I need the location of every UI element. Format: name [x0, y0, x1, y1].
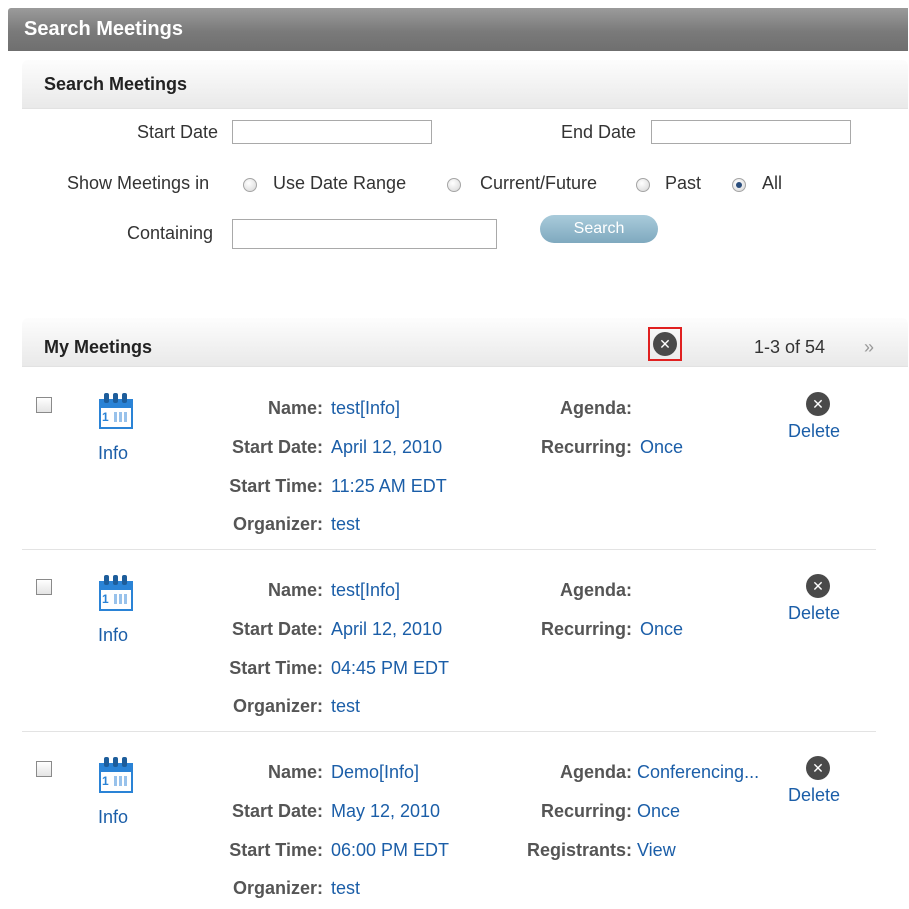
- end-date-input[interactable]: [651, 120, 851, 144]
- calendar-icon[interactable]: 1: [99, 757, 133, 793]
- search-panel-title: Search Meetings: [44, 74, 188, 94]
- start-time-label: Start Time:: [229, 658, 323, 678]
- show-meetings-label: Show Meetings in: [67, 173, 210, 193]
- meeting-name-link[interactable]: test[Info]: [331, 580, 400, 601]
- meeting-name-link[interactable]: test[Info]: [331, 398, 400, 419]
- agenda-label: Agenda:: [560, 580, 632, 600]
- start-date-label: Start Date:: [231, 801, 323, 821]
- agenda-value[interactable]: Conferencing...: [637, 762, 759, 783]
- radio-all-label[interactable]: All: [762, 173, 782, 194]
- clear-search-button[interactable]: ✕: [648, 327, 682, 361]
- delete-link[interactable]: Delete: [788, 785, 840, 806]
- start-date-input[interactable]: [232, 120, 432, 144]
- start-time-value: 06:00 PM EDT: [331, 840, 450, 860]
- start-date-label: Start Date:: [231, 437, 323, 457]
- row-checkbox[interactable]: [36, 761, 52, 777]
- calendar-icon[interactable]: 1: [99, 393, 133, 429]
- organizer-label: Organizer:: [232, 514, 323, 534]
- start-time-label: Start Time:: [229, 476, 323, 496]
- calendar-icon[interactable]: 1: [99, 575, 133, 611]
- delete-icon[interactable]: ✕: [806, 756, 830, 780]
- delete-link[interactable]: Delete: [788, 421, 840, 442]
- recurring-value[interactable]: Once: [640, 619, 683, 640]
- name-label: Name:: [267, 398, 323, 418]
- start-date-label: Start Date:: [231, 619, 323, 639]
- organizer-value: test: [331, 878, 361, 898]
- info-link[interactable]: Info: [98, 443, 128, 464]
- name-label: Name:: [267, 580, 323, 600]
- recurring-label: Recurring:: [540, 619, 632, 639]
- info-link[interactable]: Info: [98, 807, 128, 828]
- start-date-value: April 12, 2010: [331, 619, 443, 639]
- organizer-label: Organizer:: [232, 696, 323, 716]
- radio-use-date-range[interactable]: [243, 178, 257, 192]
- agenda-label: Agenda:: [560, 398, 632, 418]
- radio-all[interactable]: [732, 178, 746, 192]
- start-date-value: May 12, 2010: [331, 801, 441, 821]
- window-title: Search Meetings: [24, 18, 183, 40]
- radio-current-future[interactable]: [447, 178, 461, 192]
- my-meetings-title: My Meetings: [44, 337, 153, 357]
- window-title-bar: Search Meetings: [8, 8, 908, 51]
- pager-next-button[interactable]: »: [864, 337, 874, 358]
- search-panel-header: Search Meetings: [22, 60, 908, 109]
- start-date-label: Start Date: [137, 122, 219, 142]
- recurring-value[interactable]: Once: [640, 437, 683, 458]
- recurring-label: Recurring:: [540, 437, 632, 457]
- end-date-label: End Date: [561, 122, 637, 142]
- recurring-value[interactable]: Once: [637, 801, 680, 822]
- info-link[interactable]: Info: [98, 625, 128, 646]
- radio-current-future-label[interactable]: Current/Future: [480, 173, 597, 194]
- row-divider: [22, 549, 876, 550]
- pager-range: 1-3 of 54: [754, 337, 826, 357]
- start-time-value: 11:25 AM EDT: [331, 476, 447, 496]
- organizer-value: test: [331, 514, 361, 534]
- row-divider: [22, 731, 876, 732]
- start-time-value: 04:45 PM EDT: [331, 658, 450, 678]
- radio-use-date-range-label[interactable]: Use Date Range: [273, 173, 406, 194]
- name-label: Name:: [267, 762, 323, 782]
- containing-label: Containing: [127, 223, 214, 243]
- organizer-value: test: [331, 696, 361, 716]
- containing-input[interactable]: [232, 219, 497, 249]
- search-button[interactable]: Search: [540, 215, 658, 243]
- recurring-label: Recurring:: [540, 801, 632, 821]
- delete-link[interactable]: Delete: [788, 603, 840, 624]
- registrants-label: Registrants:: [526, 840, 632, 860]
- start-time-label: Start Time:: [229, 840, 323, 860]
- meeting-name-link[interactable]: Demo[Info]: [331, 762, 419, 783]
- row-checkbox[interactable]: [36, 397, 52, 413]
- delete-icon[interactable]: ✕: [806, 392, 830, 416]
- delete-icon[interactable]: ✕: [806, 574, 830, 598]
- organizer-label: Organizer:: [232, 878, 323, 898]
- agenda-label: Agenda:: [560, 762, 632, 782]
- registrants-view-link[interactable]: View: [637, 840, 676, 861]
- close-circle-icon: ✕: [653, 332, 677, 356]
- start-date-value: April 12, 2010: [331, 437, 443, 457]
- row-checkbox[interactable]: [36, 579, 52, 595]
- radio-past-label[interactable]: Past: [665, 173, 701, 194]
- radio-past[interactable]: [636, 178, 650, 192]
